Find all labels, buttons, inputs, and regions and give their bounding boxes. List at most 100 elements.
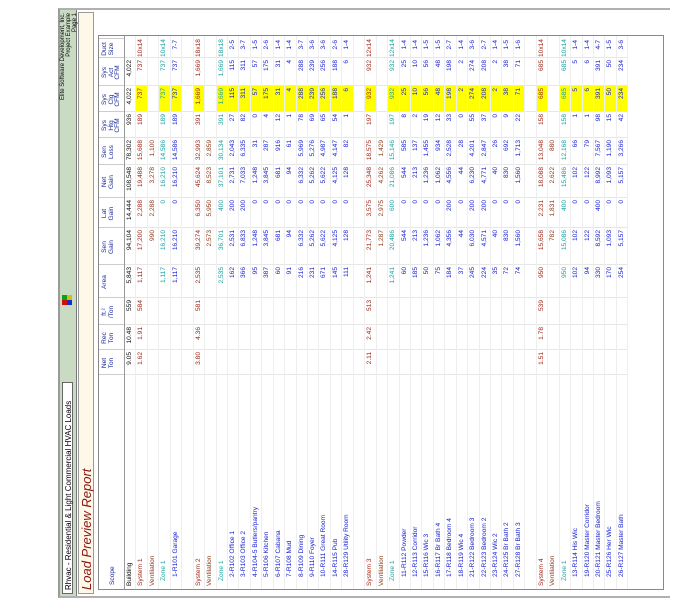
scope-cell: Zone 1 [559, 374, 571, 589]
table-row: Zone 1 1,117 16,210 0 16,210 14,586 189 737 737 1… [159, 36, 171, 589]
scope-cell: 11-R112 Powder [399, 374, 410, 589]
value-cell: 38 [502, 57, 513, 85]
value-cell [182, 227, 193, 264]
value-cell: 32,993 [193, 137, 205, 164]
value-cell: 60 [273, 264, 285, 297]
value-cell [376, 324, 388, 349]
value-cell: 1-4 [572, 40, 580, 50]
value-cell: 916 [273, 137, 285, 164]
value-cell: 880 [548, 137, 559, 164]
table-row: 20-R121 Master Bedroom 330 8,592 400 8,992 7,… [593, 36, 606, 589]
value-cell [445, 349, 456, 374]
value-cell [548, 349, 559, 374]
scope-cell: 22-R123 Bedroom 2 [479, 374, 490, 589]
value-cell: 2,573 [205, 227, 216, 264]
value-cell: 6,230 [468, 164, 479, 197]
value-cell: 4,571 [479, 227, 490, 264]
value-cell: 184 [445, 264, 456, 297]
value-cell [376, 57, 388, 85]
value-cell [285, 297, 296, 324]
value-cell [250, 349, 262, 374]
table-row: System 2 3.80 4.36 581 2,535 39,274 6,350 45,62… [193, 36, 206, 589]
column-header: ft.² /Ton [99, 297, 124, 324]
value-cell [548, 85, 559, 111]
scope-cell: 23-R124 Wic 2 [491, 374, 502, 589]
value-cell: 2,859 [205, 137, 216, 164]
scope-cell: 3-R103 Office 2 [239, 374, 250, 589]
value-cell: 208 [479, 85, 490, 111]
value-cell [502, 297, 513, 324]
value-cell: 1-4 [274, 40, 282, 50]
value-cell [410, 324, 422, 349]
value-cell: 2,847 [479, 137, 490, 164]
value-cell: 2,535 [216, 264, 227, 297]
value-cell: 1.78 [536, 324, 548, 349]
value-cell: 82 [342, 137, 353, 164]
table-row: Zone 1 2,535 36,701 400 37,101 30,134 391 1,669… [216, 36, 228, 589]
value-cell: 737 [170, 85, 182, 111]
scope-cell: Zone 1 [388, 374, 399, 589]
value-cell: 391 [593, 57, 605, 85]
table-row: System 3 2.11 2.42 513 1,241 21,773 3,575 25,34… [365, 36, 377, 589]
value-cell: 1,241 [365, 264, 376, 297]
value-cell [548, 297, 559, 324]
table-row: 24-R125 Br Bath 2 72 830 0 830 692 9 38 38 1-5 [502, 36, 514, 589]
scope-cell: 12-R113 Corridor [410, 374, 422, 589]
value-cell: 10 [410, 57, 422, 85]
column-header: Sys Act CFM [99, 57, 124, 85]
value-cell: 1,429 [376, 137, 388, 164]
value-cell: 2-5 [228, 40, 236, 50]
value-cell: 79 [582, 137, 593, 164]
value-cell: 216 [296, 264, 307, 297]
value-cell [422, 297, 433, 324]
table-row: 4-R104-5 Butlers/pantry 95 1,248 0 1,248 31 0 5… [250, 36, 263, 589]
scope-cell: 20-R121 Master Bedroom [593, 374, 605, 589]
value-cell: 274 [468, 85, 479, 111]
value-cell [525, 227, 536, 264]
table-row: 17-R118 Bedroom 4 184 4,356 200 4,556 2,528 33… [445, 36, 457, 589]
value-cell: 15,658 [536, 227, 548, 264]
value-cell: 3-6 [320, 40, 328, 50]
value-cell: 19 [422, 111, 433, 137]
value-cell: 3,575 [365, 197, 376, 227]
value-cell: 213 [410, 164, 422, 197]
value-cell: 1-5 [434, 40, 442, 50]
value-cell [182, 38, 192, 57]
value-cell: 95 [250, 264, 262, 297]
value-cell: 21,773 [365, 227, 376, 264]
value-cell: 1.62 [136, 349, 147, 374]
scope-cell: System 1 [136, 374, 147, 589]
value-cell: 1,062 [433, 227, 445, 264]
table-row: Ventilation 782 1,831 2,622 880 [548, 36, 560, 589]
value-cell [548, 38, 558, 57]
table-row: 14-R115 Pub 145 4,125 0 4,125 4,147 54 188 188 2-… [330, 36, 343, 589]
value-cell: 188 [330, 85, 342, 111]
value-cell: 234 [616, 85, 628, 111]
scope-cell: Zone 1 [216, 374, 227, 589]
table-row: 21-R122 Bedroom 3 245 6,030 200 6,230 4,201 55… [468, 36, 480, 589]
value-cell: 170 [605, 264, 616, 297]
value-cell [399, 324, 410, 349]
value-cell [319, 297, 330, 324]
value-cell: 1,669 [193, 57, 205, 85]
value-cell: 115 [227, 85, 239, 111]
value-cell: 12 [273, 111, 285, 137]
scope-cell: System 2 [193, 374, 205, 589]
report-header-band: Rhvac - Residential & Light Commercial H… [60, 10, 78, 596]
value-cell: 4,356 [445, 227, 456, 264]
scope-cell: 15-R116 Wic 3 [422, 374, 433, 589]
value-cell: 2-7 [446, 40, 454, 50]
value-cell [227, 297, 239, 324]
value-cell: 4,125 [330, 164, 342, 197]
value-cell [205, 111, 216, 137]
value-cell [205, 264, 216, 297]
value-cell [205, 349, 216, 374]
value-cell [170, 324, 182, 349]
value-cell [513, 297, 525, 324]
value-cell: 830 [502, 227, 513, 264]
value-cell: 12x14 [366, 39, 374, 57]
value-cell: 189 [170, 111, 182, 137]
table-row: 16-R117 Br Bath 4 75 1,062 0 1,062 934 12 48 48 1… [433, 36, 446, 589]
value-cell [376, 111, 388, 137]
value-cell: 224 [479, 264, 490, 297]
